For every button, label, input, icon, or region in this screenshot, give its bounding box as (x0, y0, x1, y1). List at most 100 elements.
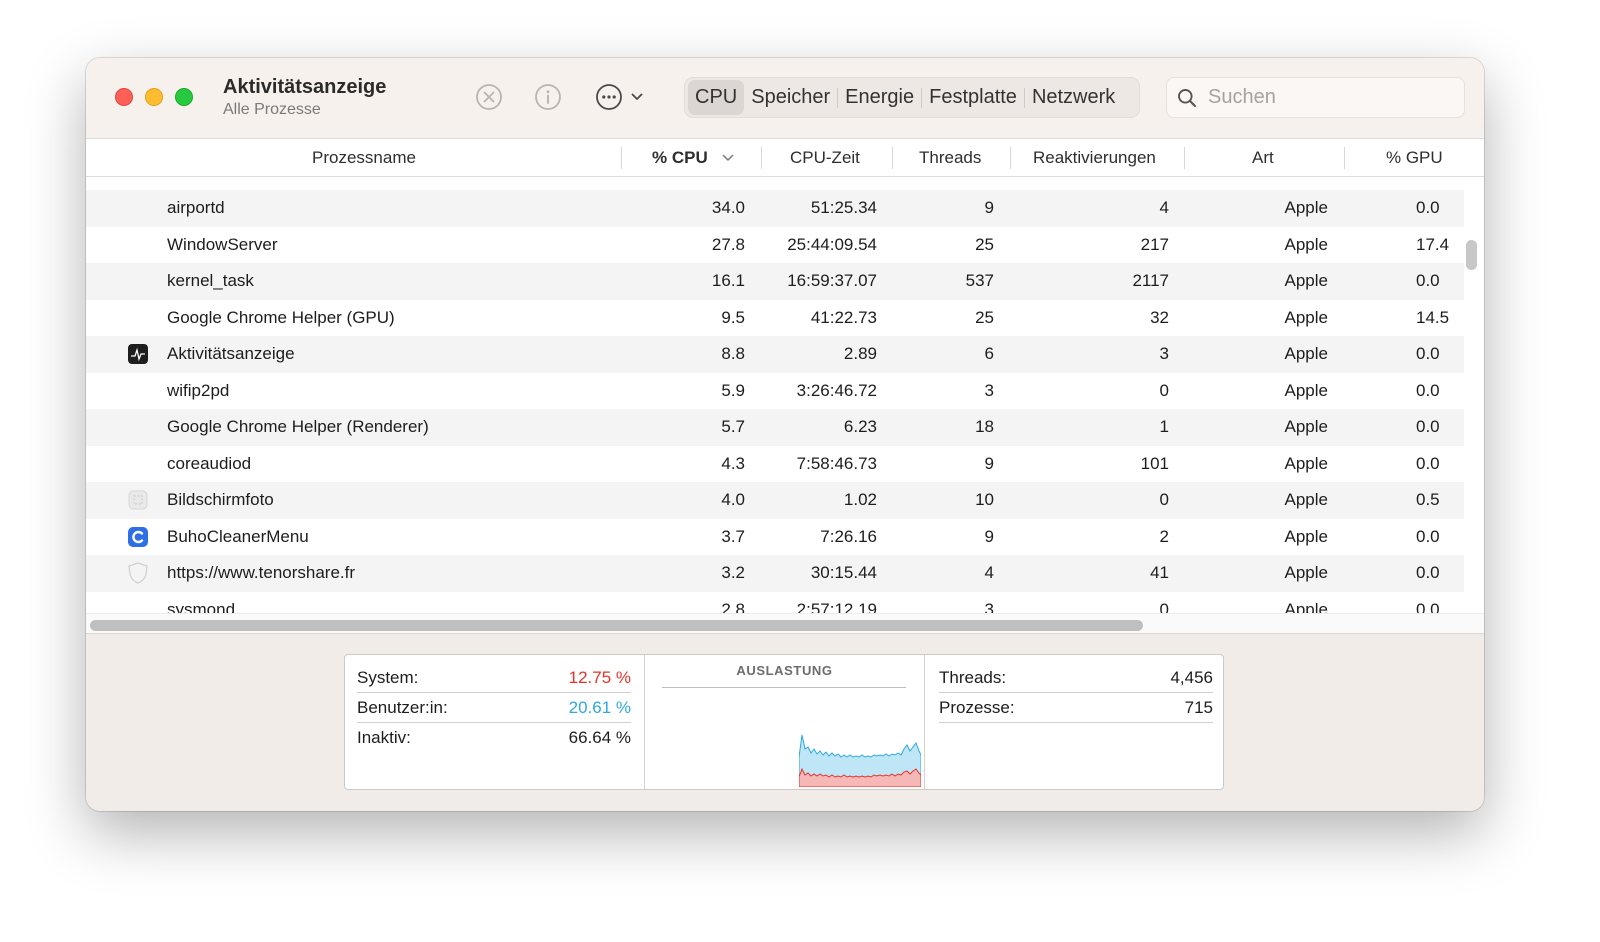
process-name: sysmond (167, 599, 236, 613)
thread-count: 537 (965, 271, 994, 291)
column-divider (761, 147, 762, 169)
cpu-percent: 4.0 (721, 490, 745, 510)
ellipsis-icon[interactable] (594, 82, 624, 112)
process-name: kernel_task (167, 271, 254, 291)
vertical-scrollbar[interactable] (1466, 240, 1477, 270)
process-name: coreaudiod (167, 453, 252, 473)
info-icon[interactable] (533, 82, 563, 112)
column-divider (892, 147, 893, 169)
process-icon-placeholder (126, 190, 150, 227)
process-name: Google Chrome Helper (GPU) (167, 307, 395, 327)
table-row[interactable]: sysmond 2.8 2:57:12.19 3 0 Apple 0.0 (86, 592, 1464, 614)
wakeup-count: 2 (1159, 526, 1169, 546)
table-row[interactable]: WindowServer 27.8 25:44:09.54 25 217 Apple 17.… (86, 227, 1464, 264)
table-row[interactable]: Google Chrome Helper (Renderer) 5.7 6.23 18… (86, 409, 1464, 446)
process-icon-placeholder (126, 446, 150, 483)
horizontal-scrollbar[interactable] (90, 620, 1143, 631)
process-name: WindowServer (167, 234, 278, 254)
cpu-summary-box: System: 12.75 % Benutzer:in: 20.61 % Ina… (344, 654, 1224, 790)
zoom-window-button[interactable] (175, 88, 193, 106)
thread-count: 3 (984, 380, 994, 400)
column-header-cpu-time[interactable]: CPU-Zeit (790, 139, 860, 177)
table-row[interactable]: Aktivitätsanzeige 8.8 2.89 6 3 Apple 0.0 (86, 336, 1464, 373)
cpu-percent: 34.0 (711, 198, 745, 218)
cpu-percent: 5.9 (721, 380, 745, 400)
search-field[interactable] (1166, 77, 1465, 118)
idle-row: Inaktiv: 66.64 % (357, 723, 631, 753)
process-icon-placeholder (126, 263, 150, 300)
table-row[interactable]: airportd 34.0 51:25.34 9 4 Apple 0.0 (86, 190, 1464, 227)
column-header-gpu[interactable]: % GPU (1386, 139, 1443, 177)
process-kind: Apple (1284, 490, 1328, 510)
process-icon-placeholder (126, 592, 150, 614)
process-icon-placeholder (126, 227, 150, 264)
column-header-wakeups[interactable]: Reaktivierungen (1033, 139, 1156, 177)
cpu-time: 1.02 (843, 490, 877, 510)
column-header-kind[interactable]: Art (1252, 139, 1274, 177)
shield-icon (126, 555, 150, 592)
thread-count: 10 (975, 490, 994, 510)
table-row[interactable]: coreaudiod 4.3 7:58:46.73 9 101 Apple 0.0 (86, 446, 1464, 483)
table-row[interactable]: Bildschirmfoto 4.0 1.02 10 0 Apple 0.5 (86, 482, 1464, 519)
tab-netzwerk[interactable]: Netzwerk (1025, 80, 1122, 115)
column-header-cpu[interactable]: % CPU (652, 139, 735, 177)
close-window-button[interactable] (115, 88, 133, 106)
gpu-percent: 0.0 (1416, 526, 1440, 546)
system-row: System: 12.75 % (357, 663, 631, 693)
stop-process-icon[interactable] (474, 82, 504, 112)
gpu-percent: 0.0 (1416, 599, 1440, 613)
tab-speicher[interactable]: Speicher (744, 80, 837, 115)
cpu-load-breakdown: System: 12.75 % Benutzer:in: 20.61 % Ina… (345, 655, 645, 789)
chevron-down-icon[interactable] (628, 88, 646, 106)
table-row[interactable]: BuhoCleanerMenu 3.7 7:26.16 9 2 Apple 0.0 (86, 519, 1464, 556)
column-header-process-name[interactable]: Prozessname (312, 139, 416, 177)
cpu-time: 7:58:46.73 (796, 453, 877, 473)
search-input[interactable] (1208, 86, 1448, 109)
process-name: airportd (167, 198, 225, 218)
graph-divider (662, 687, 906, 688)
process-kind: Apple (1284, 271, 1328, 291)
table-row[interactable]: wifip2pd 5.9 3:26:46.72 3 0 Apple 0.0 (86, 373, 1464, 410)
activity-monitor-window: Aktivitätsanzeige Alle Prozesse CPU Spei… (86, 58, 1484, 811)
tab-energie[interactable]: Energie (838, 80, 921, 115)
wakeup-count: 217 (1140, 234, 1169, 254)
cpu-time: 16:59:37.07 (787, 271, 877, 291)
minimize-window-button[interactable] (145, 88, 163, 106)
idle-label: Inaktiv: (357, 728, 411, 747)
window-subtitle[interactable]: Alle Prozesse (223, 101, 321, 119)
system-value: 12.75 % (568, 667, 631, 687)
graph-title: AUSLASTUNG (736, 663, 833, 678)
process-kind: Apple (1284, 563, 1328, 583)
wakeup-count: 32 (1150, 307, 1169, 327)
cpu-percent: 5.7 (721, 417, 745, 437)
cpu-time: 3:26:46.72 (796, 380, 877, 400)
tab-cpu[interactable]: CPU (688, 80, 745, 115)
horizontal-scrollbar-track (86, 613, 1484, 633)
cpu-percent: 3.7 (721, 526, 745, 546)
column-header-threads[interactable]: Threads (919, 139, 981, 177)
table-body: airportd 34.0 51:25.34 9 4 Apple 0.0 WindowServ… (86, 178, 1484, 613)
process-name: wifip2pd (167, 380, 230, 400)
table-row[interactable]: kernel_task 16.1 16:59:37.07 537 2117 Apple 0.… (86, 263, 1464, 300)
process-kind: Apple (1284, 307, 1328, 327)
cpu-percent: 2.8 (721, 599, 745, 613)
process-name: Bildschirmfoto (167, 490, 274, 510)
process-name: BuhoCleanerMenu (167, 526, 309, 546)
wakeup-count: 3 (1159, 344, 1169, 364)
wakeup-count: 0 (1159, 599, 1169, 613)
table-row[interactable]: https://www.tenorshare.fr 3.2 30:15.44 4 41 A… (86, 555, 1464, 592)
thread-count: 9 (984, 198, 994, 218)
process-kind: Apple (1284, 234, 1328, 254)
gpu-percent: 0.0 (1416, 271, 1440, 291)
cpu-percent: 3.2 (721, 563, 745, 583)
table-row[interactable]: Google Chrome Helper (GPU) 9.5 41:22.73 25 3… (86, 300, 1464, 337)
system-label: System: (357, 667, 419, 687)
gpu-percent: 0.0 (1416, 380, 1440, 400)
gpu-percent: 0.0 (1416, 563, 1440, 583)
tab-festplatte[interactable]: Festplatte (922, 80, 1024, 115)
thread-count: 25 (975, 234, 994, 254)
processes-value: 715 (1184, 697, 1213, 717)
process-name: Aktivitätsanzeige (167, 344, 295, 364)
wakeup-count: 1 (1159, 417, 1169, 437)
gpu-percent: 0.5 (1416, 490, 1440, 510)
